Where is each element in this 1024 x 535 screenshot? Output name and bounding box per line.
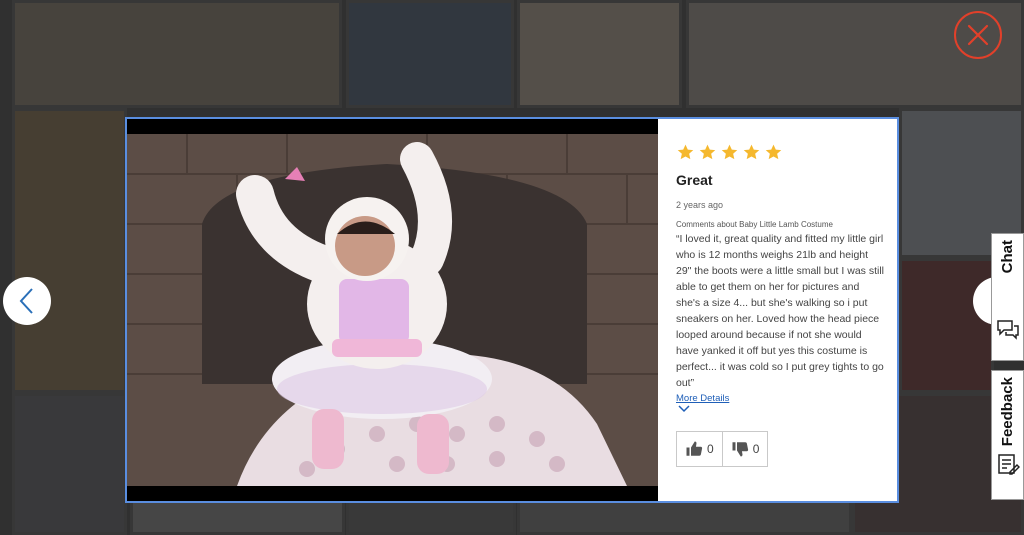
star-icon bbox=[699, 144, 716, 159]
review-modal: Great 2 years ago Comments about Baby Li… bbox=[125, 117, 899, 503]
chat-tab[interactable]: Chat bbox=[991, 233, 1024, 361]
thumbs-down-icon bbox=[732, 442, 748, 457]
unhelpful-button[interactable]: 0 bbox=[721, 432, 768, 466]
thumbs-up-icon bbox=[686, 441, 703, 456]
review-photo bbox=[127, 119, 658, 501]
review-title: Great bbox=[676, 172, 713, 188]
helpfulness-votes: 0 0 bbox=[676, 431, 769, 467]
previous-button[interactable] bbox=[3, 277, 51, 325]
helpful-count: 0 bbox=[707, 442, 714, 456]
review-panel: Great 2 years ago Comments about Baby Li… bbox=[658, 119, 897, 501]
costume-photo bbox=[127, 134, 658, 486]
star-rating bbox=[676, 141, 879, 163]
review-body: “I loved it, great quality and fitted my… bbox=[676, 233, 884, 389]
star-icon bbox=[765, 144, 782, 159]
star-icon bbox=[721, 144, 738, 159]
star-icon bbox=[743, 144, 760, 159]
chat-label: Chat bbox=[999, 240, 1016, 274]
chat-bubbles-icon bbox=[996, 320, 1019, 341]
unhelpful-count: 0 bbox=[752, 442, 760, 456]
chevron-down-icon[interactable] bbox=[678, 405, 690, 413]
helpful-button[interactable]: 0 bbox=[677, 432, 722, 466]
feedback-tab[interactable]: Feedback bbox=[991, 370, 1024, 500]
review-subject: Comments about Baby Little Lamb Costume bbox=[676, 220, 833, 229]
review-date: 2 years ago bbox=[676, 200, 724, 210]
star-icon bbox=[677, 144, 694, 159]
close-button[interactable] bbox=[954, 11, 1002, 59]
chevron-left-icon bbox=[19, 288, 33, 314]
feedback-label: Feedback bbox=[999, 377, 1016, 447]
feedback-form-icon bbox=[997, 454, 1020, 475]
close-icon bbox=[967, 24, 989, 46]
more-details-link[interactable]: More Details bbox=[676, 393, 879, 404]
